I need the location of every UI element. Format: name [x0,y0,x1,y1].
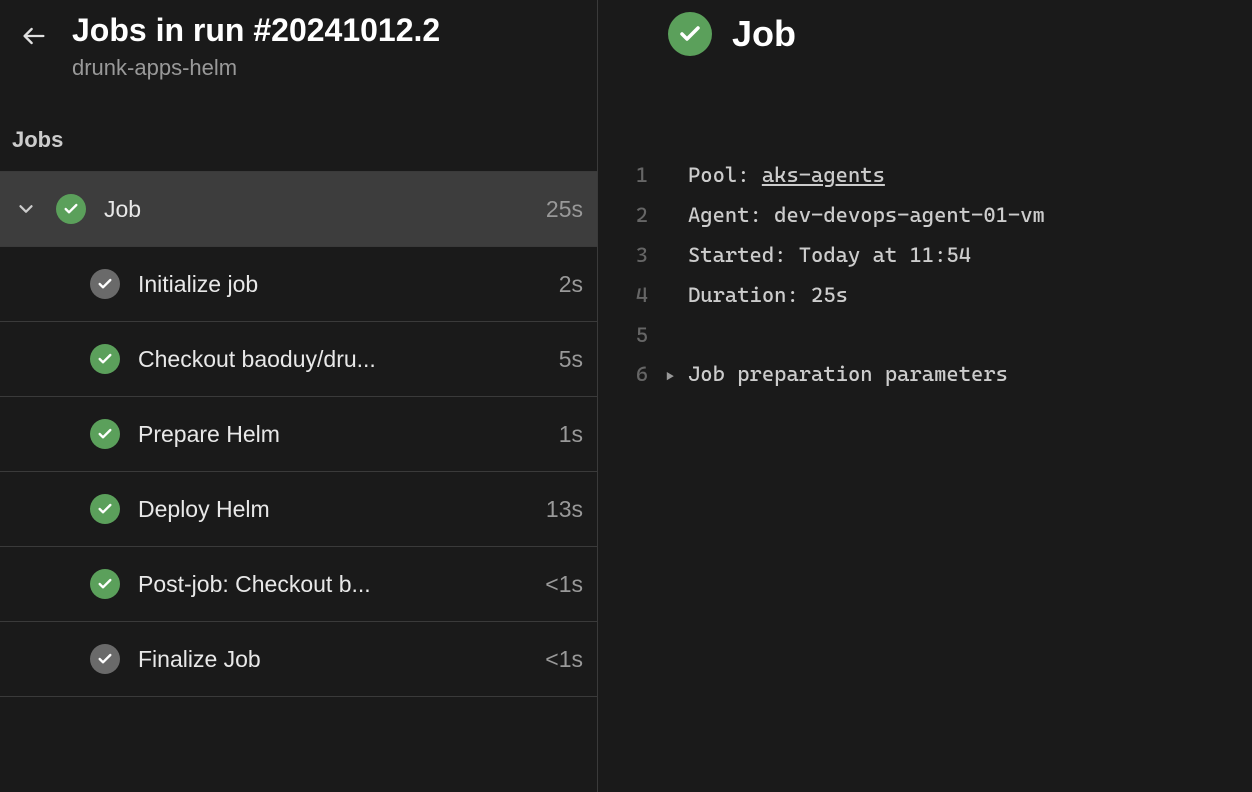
job-step-row[interactable]: Post-job: Checkout b... <1s [0,547,597,622]
line-number: 4 [598,276,666,316]
step-name: Deploy Helm [138,496,528,523]
check-icon [90,419,120,449]
check-icon [90,344,120,374]
page-title: Jobs in run #20241012.2 [72,12,577,49]
job-list: Job 25s Initialize job 2s Checkout baoduy/… [0,172,597,697]
job-step-row[interactable]: Finalize Job <1s [0,622,597,697]
step-name: Finalize Job [138,646,527,673]
step-name: Checkout baoduy/dru... [138,346,541,373]
jobs-panel: Jobs in run #20241012.2 drunk-apps-helm … [0,0,598,792]
step-duration: 1s [559,421,583,448]
job-duration: 25s [546,196,583,223]
expand-triangle-icon[interactable]: ▶ [666,364,688,391]
panel-header: Jobs in run #20241012.2 drunk-apps-helm [0,0,597,109]
detail-title: Job [732,13,796,55]
step-duration: <1s [545,571,583,598]
line-content: Pool: aks-agents [688,156,885,196]
detail-header: Job [598,12,1252,56]
job-step-row[interactable]: Prepare Helm 1s [0,397,597,472]
jobs-section-header: Jobs [0,109,597,172]
line-content: Job preparation parameters [688,355,1008,395]
log-line: 3 Started: Today at 11:54 [598,236,1252,276]
line-content: Started: Today at 11:54 [688,236,971,276]
log-line[interactable]: 6▶Job preparation parameters [598,355,1252,395]
line-number: 5 [598,316,666,356]
step-duration: 5s [559,346,583,373]
check-icon [90,269,120,299]
check-icon [90,494,120,524]
detail-panel: Job 1 Pool: aks-agents 2 Agent: dev-devops-… [598,0,1252,792]
job-row-main[interactable]: Job 25s [0,172,597,247]
check-icon [90,569,120,599]
line-number: 3 [598,236,666,276]
log-link[interactable]: aks-agents [762,163,885,187]
log-line: 1 Pool: aks-agents [598,156,1252,196]
check-icon [668,12,712,56]
log-line: 2 Agent: dev-devops-agent-01-vm [598,196,1252,236]
step-duration: <1s [545,646,583,673]
back-button[interactable] [20,22,48,55]
job-name: Job [104,196,528,223]
job-step-row[interactable]: Checkout baoduy/dru... 5s [0,322,597,397]
line-number: 1 [598,156,666,196]
log-line: 4 Duration: 25s [598,276,1252,316]
step-name: Post-job: Checkout b... [138,571,527,598]
log-output: 1 Pool: aks-agents 2 Agent: dev-devops-agen… [598,156,1252,395]
step-name: Initialize job [138,271,541,298]
line-content: Duration: 25s [688,276,848,316]
line-number: 6 [598,355,666,395]
line-content: Agent: dev-devops-agent-01-vm [688,196,1045,236]
check-icon [90,644,120,674]
check-icon [56,194,86,224]
step-name: Prepare Helm [138,421,541,448]
step-duration: 13s [546,496,583,523]
chevron-down-icon[interactable] [14,198,38,220]
page-subtitle: drunk-apps-helm [72,55,577,81]
log-line: 5 [598,316,1252,356]
job-step-row[interactable]: Initialize job 2s [0,247,597,322]
line-number: 2 [598,196,666,236]
job-step-row[interactable]: Deploy Helm 13s [0,472,597,547]
step-duration: 2s [559,271,583,298]
